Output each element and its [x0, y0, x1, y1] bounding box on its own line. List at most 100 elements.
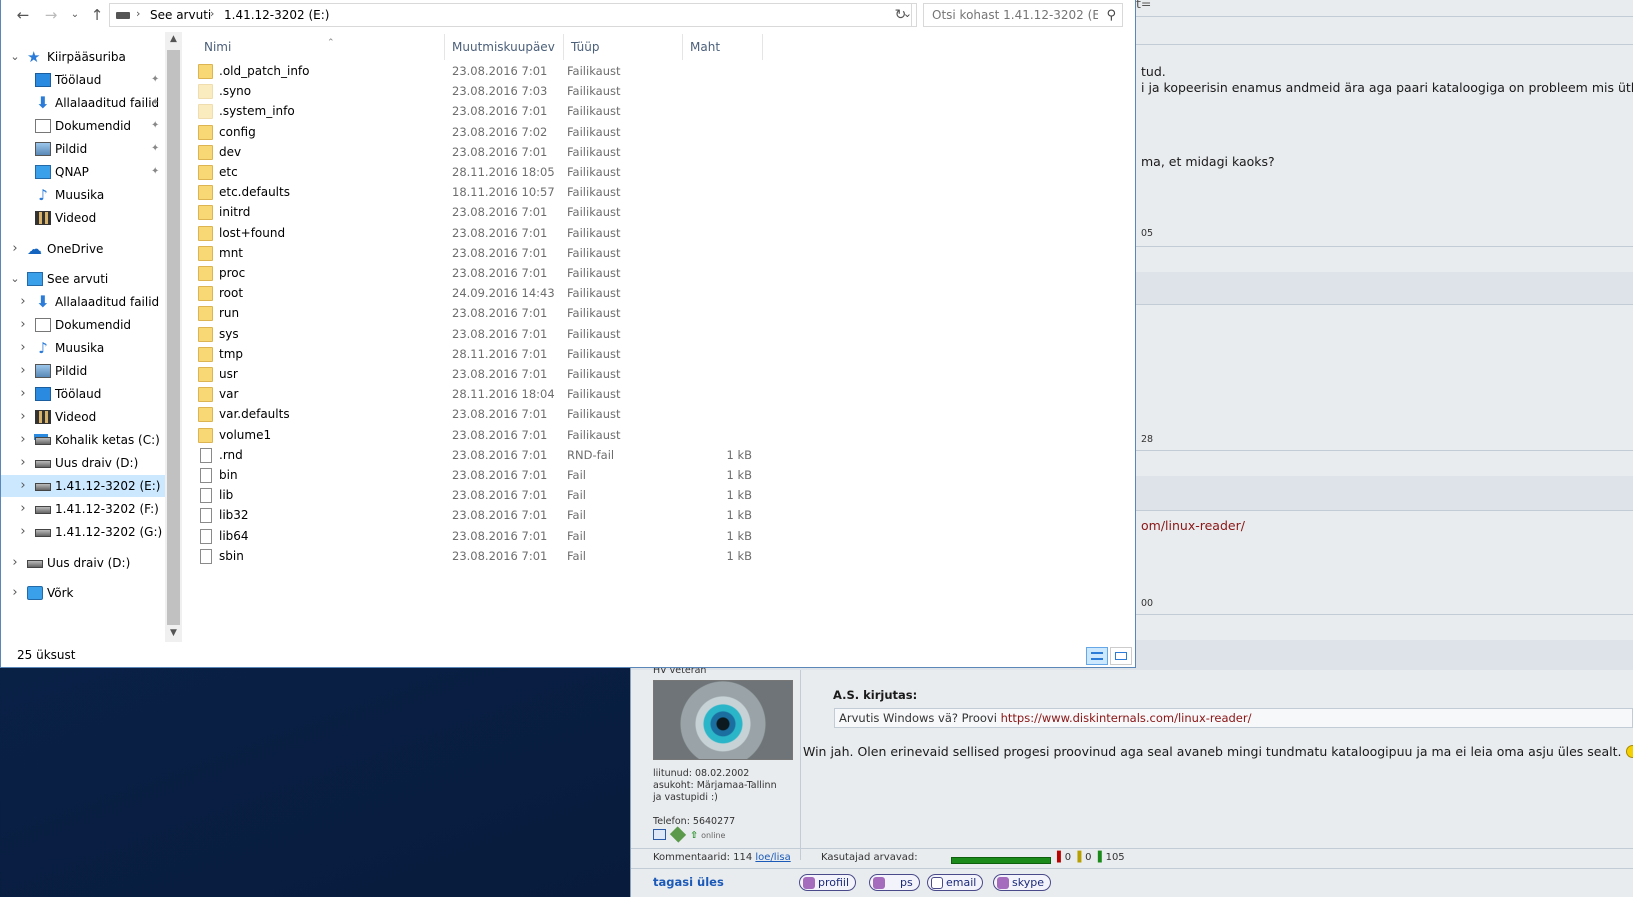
comments-link[interactable]: loe/lisa	[755, 852, 790, 863]
breadcrumb-separator-icon[interactable]: ›	[210, 7, 214, 20]
folder-row[interactable]: etc 28.11.2016 18:05 Failikaust	[197, 162, 757, 183]
skype-button[interactable]: skype	[993, 874, 1051, 891]
folder-row[interactable]: run 23.08.2016 7:01 Failikaust	[197, 303, 757, 324]
folder-row[interactable]: initrd 23.08.2016 7:01 Failikaust	[197, 202, 757, 223]
chevron-right-icon[interactable]: ›	[17, 291, 29, 313]
post-link[interactable]: om/linux-reader/	[1141, 518, 1245, 533]
folder-row[interactable]: dev 23.08.2016 7:01 Failikaust	[197, 142, 757, 163]
nav-item[interactable]: › Võrk	[1, 582, 165, 604]
scroll-up-arrow-icon[interactable]: ▲	[165, 34, 182, 44]
chevron-right-icon[interactable]: ›	[17, 314, 29, 336]
column-header-type[interactable]: Tüüp	[564, 34, 683, 60]
folder-row[interactable]: config 23.08.2016 7:02 Failikaust	[197, 122, 757, 143]
chevron-right-icon[interactable]: ›	[17, 383, 29, 405]
nav-item[interactable]: › ♪ Muusika	[1, 337, 165, 359]
nav-item[interactable]: › Uus draiv (D:)	[1, 552, 165, 574]
chevron-down-icon[interactable]: ⌄	[9, 268, 21, 290]
chevron-right-icon[interactable]: ›	[17, 429, 29, 451]
nav-item[interactable]: Pildid ✦	[1, 138, 165, 160]
chevron-right-icon[interactable]: ›	[17, 406, 29, 428]
chevron-right-icon[interactable]: ›	[17, 521, 29, 543]
folder-row[interactable]: usr 23.08.2016 7:01 Failikaust	[197, 364, 757, 385]
file-row[interactable]: lib 23.08.2016 7:01 Fail 1 kB	[197, 485, 757, 506]
nav-item[interactable]: › Videod	[1, 406, 165, 428]
chevron-right-icon[interactable]: ›	[17, 337, 29, 359]
profile-button[interactable]: profiil	[799, 874, 857, 891]
breadcrumb-current-drive[interactable]: 1.41.12-3202 (E:)	[224, 8, 329, 22]
search-box[interactable]: ⚲	[923, 3, 1123, 27]
nav-item[interactable]: Töölaud ✦	[1, 69, 165, 91]
file-row[interactable]: lib32 23.08.2016 7:01 Fail 1 kB	[197, 505, 757, 526]
nav-item[interactable]: › Pildid	[1, 360, 165, 382]
file-row[interactable]: sbin 23.08.2016 7:01 Fail 1 kB	[197, 546, 757, 567]
address-bar[interactable]: › See arvuti › 1.41.12-3202 (E:) ⌄	[109, 3, 917, 27]
chevron-right-icon[interactable]: ›	[17, 475, 29, 497]
nav-item[interactable]: › 1.41.12-3202 (G:)	[1, 521, 165, 543]
quote-link[interactable]: https://www.diskinternals.com/linux-read…	[1001, 711, 1252, 725]
nav-item[interactable]: › ⬇ Allalaaditud failid	[1, 291, 165, 313]
breadcrumb-separator-icon[interactable]: ›	[136, 7, 140, 20]
folder-row[interactable]: lost+found 23.08.2016 7:01 Failikaust	[197, 223, 757, 244]
chevron-right-icon[interactable]: ›	[17, 498, 29, 520]
folder-row[interactable]: etc.defaults 18.11.2016 10:57 Failikaust	[197, 182, 757, 203]
navigation-pane-scrollbar[interactable]: ▲ ▼	[165, 32, 182, 642]
chevron-down-icon[interactable]: ⌄	[9, 46, 21, 68]
column-header-date[interactable]: Muutmiskuupäev	[445, 34, 564, 60]
back-arrow-icon[interactable]: ←	[13, 4, 33, 26]
nav-item[interactable]: Dokumendid ✦	[1, 115, 165, 137]
tag-icon[interactable]	[669, 826, 687, 843]
nav-item[interactable]: ⬇ Allalaaditud failid ✦	[1, 92, 165, 114]
column-header-name[interactable]: Nimi ⌃	[197, 34, 445, 60]
nav-item[interactable]: › 1.41.12-3202 (E:)	[1, 475, 165, 497]
back-to-top-link[interactable]: tagasi üles	[653, 875, 724, 889]
nav-item[interactable]: ⌄ ★ Kiirpääsuriba	[1, 46, 165, 68]
recent-locations-chevron-icon[interactable]: ⌄	[65, 4, 85, 26]
nav-item[interactable]: › Uus draiv (D:)	[1, 452, 165, 474]
file-row[interactable]: .rnd 23.08.2016 7:01 RND-fail 1 kB	[197, 445, 757, 466]
nav-item[interactable]: › Töölaud	[1, 383, 165, 405]
nav-item[interactable]: › Kohalik ketas (C:)	[1, 429, 165, 451]
folder-icon	[198, 144, 213, 160]
folder-row[interactable]: tmp 28.11.2016 7:01 Failikaust	[197, 344, 757, 365]
file-row[interactable]: lib64 23.08.2016 7:01 Fail 1 kB	[197, 526, 757, 547]
nav-item[interactable]: ♪ Muusika	[1, 184, 165, 206]
search-input[interactable]	[924, 4, 1098, 26]
chevron-right-icon[interactable]: ›	[9, 582, 21, 604]
folder-row[interactable]: root 24.09.2016 14:43 Failikaust	[197, 283, 757, 304]
profile-card-icon[interactable]	[653, 829, 666, 840]
folder-row[interactable]: var.defaults 23.08.2016 7:01 Failikaust	[197, 404, 757, 425]
folder-row[interactable]: sys 23.08.2016 7:01 Failikaust	[197, 324, 757, 345]
refresh-icon[interactable]: ↻	[890, 3, 912, 27]
folder-row[interactable]: .old_patch_info 23.08.2016 7:01 Failikaust	[197, 61, 757, 82]
user-avatar[interactable]	[653, 680, 793, 760]
chevron-right-icon[interactable]: ›	[9, 552, 21, 574]
search-icon[interactable]: ⚲	[1106, 8, 1116, 23]
chevron-right-icon[interactable]: ›	[17, 360, 29, 382]
large-icons-view-button[interactable]	[1110, 647, 1132, 665]
folder-row[interactable]: .syno 23.08.2016 7:03 Failikaust	[197, 81, 757, 102]
details-view-button[interactable]	[1086, 647, 1108, 665]
nav-item[interactable]: QNAP ✦	[1, 161, 165, 183]
nav-item[interactable]: › 1.41.12-3202 (F:)	[1, 498, 165, 520]
email-button[interactable]: email	[927, 874, 984, 891]
folder-row[interactable]: mnt 23.08.2016 7:01 Failikaust	[197, 243, 757, 264]
folder-row[interactable]: volume1 23.08.2016 7:01 Failikaust	[197, 425, 757, 446]
folder-row[interactable]: proc 23.08.2016 7:01 Failikaust	[197, 263, 757, 284]
breadcrumb-this-pc[interactable]: See arvuti	[150, 8, 211, 22]
chevron-right-icon[interactable]: ›	[17, 452, 29, 474]
nav-item[interactable]: ⌄ See arvuti	[1, 268, 165, 290]
folder-row[interactable]: var 28.11.2016 18:04 Failikaust	[197, 384, 757, 405]
forward-arrow-icon[interactable]: →	[41, 4, 61, 26]
file-row[interactable]: bin 23.08.2016 7:01 Fail 1 kB	[197, 465, 757, 486]
column-header-size[interactable]: Maht	[683, 34, 763, 60]
scroll-down-arrow-icon[interactable]: ▼	[165, 628, 182, 638]
email-icon	[931, 877, 943, 889]
ps-button[interactable]: ps	[869, 874, 920, 891]
nav-item[interactable]: › ☁ OneDrive	[1, 238, 165, 260]
chevron-right-icon[interactable]: ›	[9, 238, 21, 260]
up-arrow-icon[interactable]: ↑	[87, 4, 107, 26]
folder-row[interactable]: .system_info 23.08.2016 7:01 Failikaust	[197, 101, 757, 122]
nav-item[interactable]: Videod	[1, 207, 165, 229]
scrollbar-thumb[interactable]	[167, 50, 180, 625]
nav-item[interactable]: › Dokumendid	[1, 314, 165, 336]
